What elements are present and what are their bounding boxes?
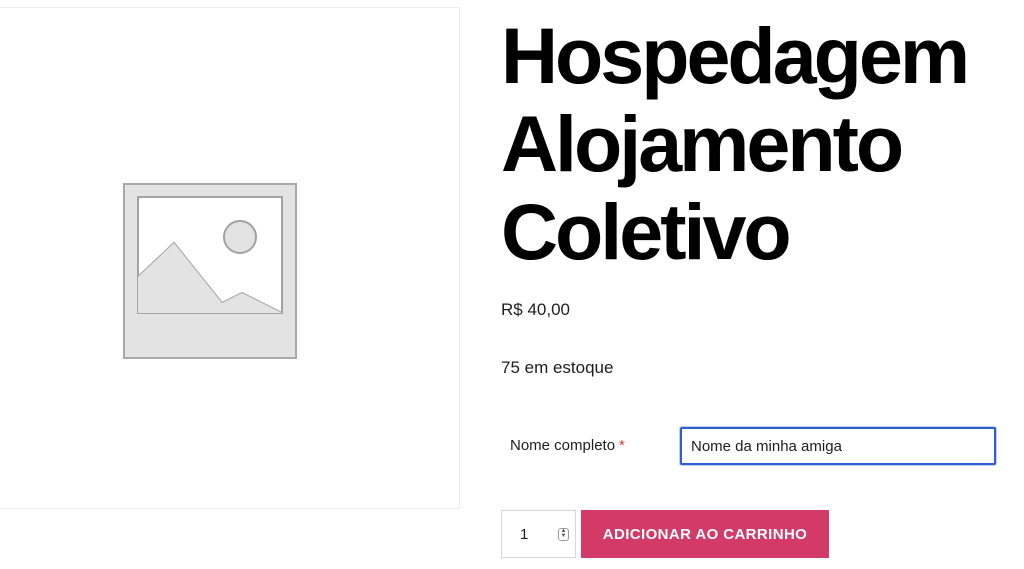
product-title-line: Alojamento	[501, 99, 904, 188]
required-mark: *	[619, 437, 625, 454]
product-price: R$ 40,00	[501, 300, 570, 319]
product-image-frame[interactable]	[0, 7, 460, 509]
product-title: Hospedagem Alojamento Coletivo	[501, 12, 1021, 276]
up-down-stepper-icon[interactable]: ▲ ▼	[558, 528, 569, 541]
image-placeholder-icon	[123, 183, 297, 359]
quantity-stepper[interactable]: 1 ▲ ▼	[501, 510, 576, 558]
product-title-line: Hospedagem	[501, 11, 970, 100]
full-name-label: Nome completo *	[510, 437, 625, 454]
quantity-value: 1	[520, 526, 529, 543]
stock-status: 75 em estoque	[501, 358, 614, 377]
add-to-cart-button[interactable]: ADICIONAR AO CARRINHO	[581, 510, 829, 558]
full-name-input[interactable]	[680, 427, 996, 465]
product-title-line: Coletivo	[501, 187, 792, 276]
full-name-label-text: Nome completo	[510, 437, 616, 454]
